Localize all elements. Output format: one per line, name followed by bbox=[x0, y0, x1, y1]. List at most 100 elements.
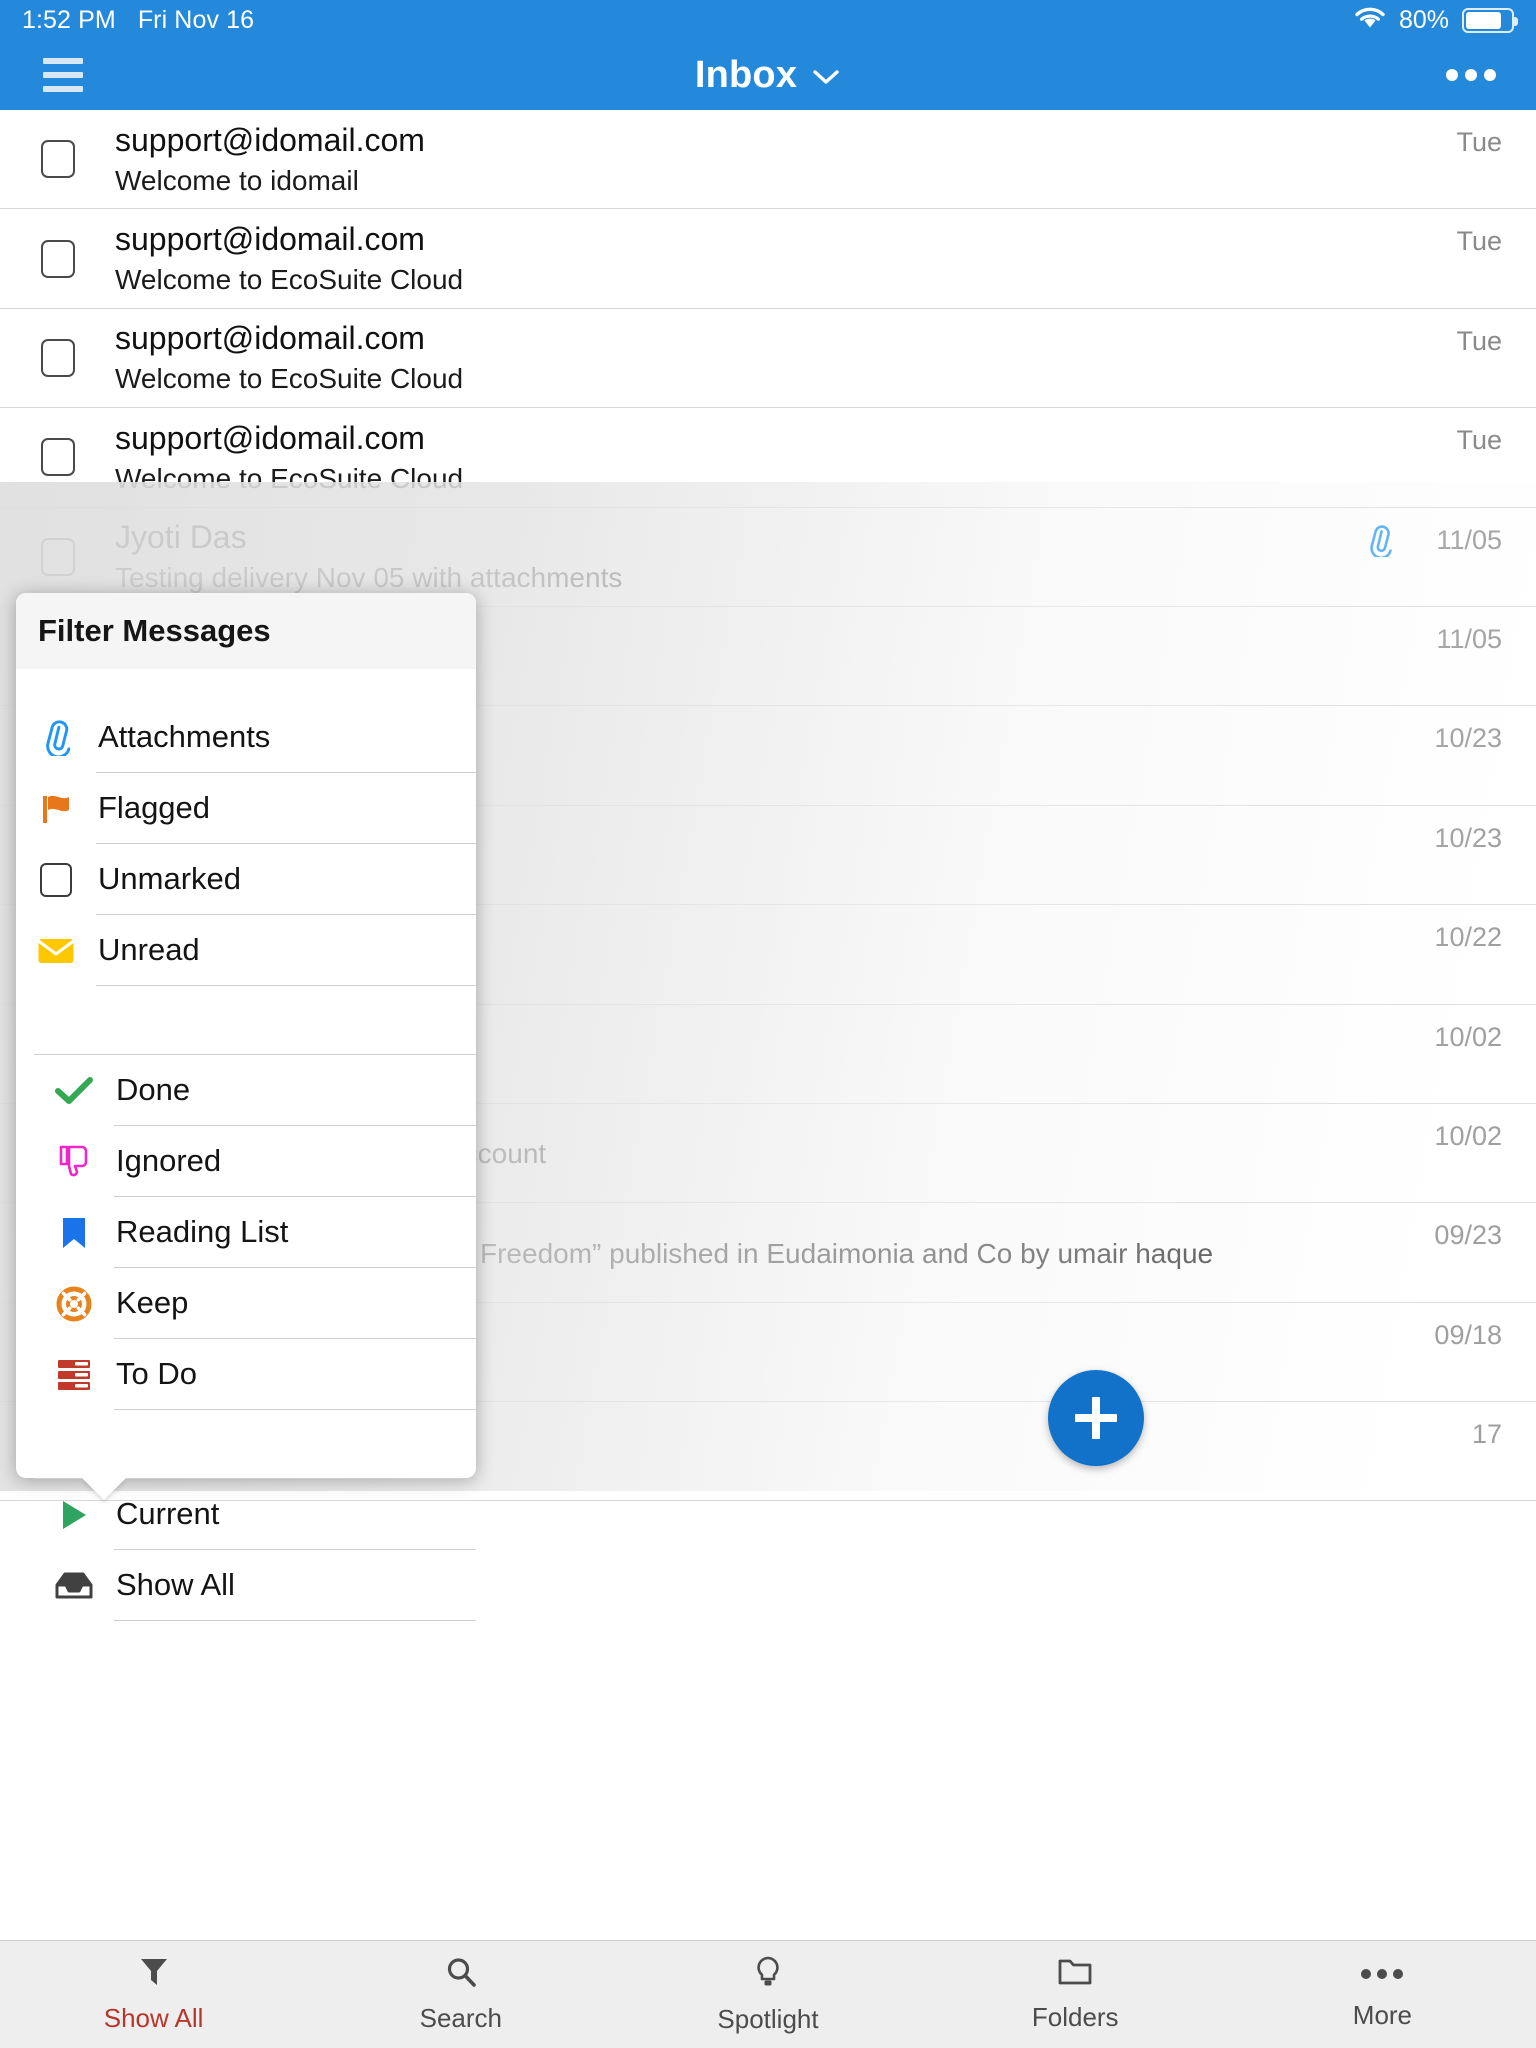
filter-item-flagged[interactable]: Flagged bbox=[16, 773, 476, 844]
mail-text: support@idomail.com Welcome to EcoSuite … bbox=[115, 318, 1412, 397]
mail-date: 11/05 bbox=[1436, 623, 1502, 654]
filter-item-attachments[interactable]: Attachments bbox=[16, 702, 476, 773]
filter-item-label: Current bbox=[114, 1479, 476, 1550]
mail-date: 17 bbox=[1471, 1419, 1502, 1450]
filter-item-label: Keep bbox=[114, 1268, 476, 1339]
popup-group-spacer-1 bbox=[16, 986, 476, 1054]
filter-item-label: Show All bbox=[114, 1550, 476, 1621]
mail-sender: support@idomail.com bbox=[115, 121, 425, 158]
mail-sender: support@idomail.com bbox=[115, 419, 425, 456]
lightbulb-icon bbox=[753, 1955, 783, 1994]
row-checkbox-wrapper[interactable] bbox=[0, 338, 115, 377]
mail-subject: Welcome to EcoSuite Cloud bbox=[115, 462, 464, 494]
mail-date: 10/02 bbox=[1434, 1120, 1502, 1151]
filter-item-label: To Do bbox=[114, 1339, 476, 1410]
play-triangle-icon bbox=[34, 1498, 114, 1532]
mail-date: 10/22 bbox=[1434, 922, 1502, 953]
mail-subject: Welcome to EcoSuite Cloud bbox=[115, 263, 464, 295]
filter-item-label: Reading List bbox=[114, 1197, 476, 1268]
envelope-icon bbox=[16, 936, 96, 966]
empty-checkbox-icon bbox=[16, 862, 96, 897]
mail-meta: 10/02 bbox=[1412, 1121, 1502, 1152]
row-checkbox-wrapper[interactable] bbox=[0, 438, 115, 477]
mail-date: 10/23 bbox=[1434, 723, 1502, 754]
tab-more[interactable]: More bbox=[1229, 1941, 1536, 2048]
row-checkbox-wrapper[interactable] bbox=[0, 537, 115, 576]
table-row[interactable]: support@idomail.com Welcome to EcoSuite … bbox=[0, 209, 1536, 309]
checkbox-icon[interactable] bbox=[40, 239, 75, 278]
filter-item-unmarked[interactable]: Unmarked bbox=[16, 844, 476, 915]
tab-folders[interactable]: Folders bbox=[922, 1941, 1229, 2048]
table-row[interactable]: support@idomail.com Welcome to idomail T… bbox=[0, 110, 1536, 210]
checkbox-icon[interactable] bbox=[40, 537, 75, 576]
filter-item-show-all[interactable]: Show All bbox=[34, 1550, 476, 1621]
page-title[interactable]: Inbox bbox=[0, 54, 1536, 97]
filter-item-done[interactable]: Done bbox=[34, 1055, 476, 1126]
mail-meta: 10/02 bbox=[1412, 1022, 1502, 1053]
mail-meta: 10/22 bbox=[1412, 922, 1502, 953]
thumbs-down-icon bbox=[34, 1144, 114, 1180]
mail-meta: 17 bbox=[1412, 1419, 1502, 1450]
popup-pointer-arrow bbox=[82, 1478, 126, 1500]
mail-sender: support@idomail.com bbox=[115, 320, 425, 357]
filter-item-label: Flagged bbox=[96, 773, 476, 844]
filter-group-status: Attachments Flagged Unmarked Unread bbox=[16, 702, 476, 986]
tab-search[interactable]: Search bbox=[307, 1941, 614, 2048]
mail-meta: Tue bbox=[1412, 127, 1502, 158]
mail-subject: Welcome to EcoSuite Cloud bbox=[115, 363, 464, 395]
tab-label: Folders bbox=[1031, 2001, 1119, 2032]
mail-date: 10/02 bbox=[1434, 1021, 1502, 1052]
mail-date: Tue bbox=[1456, 127, 1502, 157]
checkbox-icon[interactable] bbox=[40, 140, 75, 179]
filter-item-label: Ignored bbox=[114, 1126, 476, 1197]
mail-meta: 09/23 bbox=[1412, 1220, 1502, 1251]
row-checkbox-wrapper[interactable] bbox=[0, 140, 115, 179]
filter-item-ignored[interactable]: Ignored bbox=[34, 1126, 476, 1197]
tab-label: Spotlight bbox=[717, 2003, 819, 2034]
tab-label: Show All bbox=[103, 2002, 204, 2033]
mail-text: support@idomail.com Welcome to EcoSuite … bbox=[115, 418, 1412, 497]
mail-sender: Jyoti Das bbox=[115, 519, 247, 556]
table-row[interactable]: support@idomail.com Welcome to EcoSuite … bbox=[0, 408, 1536, 508]
mail-meta: 10/23 bbox=[1412, 823, 1502, 854]
mail-meta: 11/05 bbox=[1412, 624, 1502, 655]
app-screen: 1:52 PM Fri Nov 16 80% Inbox support@ido… bbox=[0, 0, 1536, 2048]
row-checkbox-wrapper[interactable] bbox=[0, 239, 115, 278]
battery-icon bbox=[1462, 7, 1518, 33]
status-bar-left: 1:52 PM Fri Nov 16 bbox=[22, 6, 254, 35]
filter-item-todo[interactable]: To Do bbox=[34, 1339, 476, 1410]
mail-date: Tue bbox=[1456, 325, 1502, 356]
mail-text: support@idomail.com Welcome to EcoSuite … bbox=[115, 219, 1412, 298]
plus-icon-vertical bbox=[1092, 1397, 1100, 1439]
status-time: 1:52 PM bbox=[22, 5, 116, 34]
tab-spotlight[interactable]: Spotlight bbox=[614, 1941, 921, 2048]
filter-group-tags: Done Ignored Reading List Keep To Do bbox=[34, 1054, 476, 1410]
more-options-icon[interactable] bbox=[1446, 69, 1496, 81]
filter-item-label: Unread bbox=[96, 915, 476, 986]
checkbox-icon[interactable] bbox=[40, 338, 75, 377]
battery-percent: 80% bbox=[1398, 5, 1449, 34]
filter-item-reading-list[interactable]: Reading List bbox=[34, 1197, 476, 1268]
checkmark-icon bbox=[34, 1076, 114, 1106]
table-row[interactable]: support@idomail.com Welcome to EcoSuite … bbox=[0, 309, 1536, 409]
compose-button[interactable] bbox=[1048, 1370, 1144, 1466]
mail-date: 09/23 bbox=[1434, 1220, 1502, 1251]
filter-item-keep[interactable]: Keep bbox=[34, 1268, 476, 1339]
mail-text: support@idomail.com Welcome to idomail bbox=[115, 120, 1412, 199]
filter-item-label: Unmarked bbox=[96, 844, 476, 915]
page-title-label: Inbox bbox=[694, 53, 798, 96]
lifebuoy-icon bbox=[34, 1286, 114, 1322]
hamburger-menu-icon[interactable] bbox=[18, 58, 108, 92]
mail-meta: Tue bbox=[1412, 226, 1502, 257]
status-date: Fri Nov 16 bbox=[137, 5, 255, 34]
folder-icon bbox=[1058, 1957, 1092, 1992]
filter-item-label: Attachments bbox=[96, 702, 476, 773]
filter-messages-popup: Filter Messages Attachments Flagged Unma… bbox=[16, 593, 476, 1621]
popup-group-spacer-2 bbox=[16, 1410, 476, 1478]
mail-meta: 09/18 bbox=[1412, 1320, 1502, 1351]
tab-show-all[interactable]: Show All bbox=[0, 1941, 307, 2048]
checkbox-icon[interactable] bbox=[40, 438, 75, 477]
bottom-tab-bar: Show All Search Spotlight Folders More bbox=[0, 1940, 1536, 2048]
flag-icon bbox=[16, 791, 96, 827]
filter-item-unread[interactable]: Unread bbox=[16, 915, 476, 986]
